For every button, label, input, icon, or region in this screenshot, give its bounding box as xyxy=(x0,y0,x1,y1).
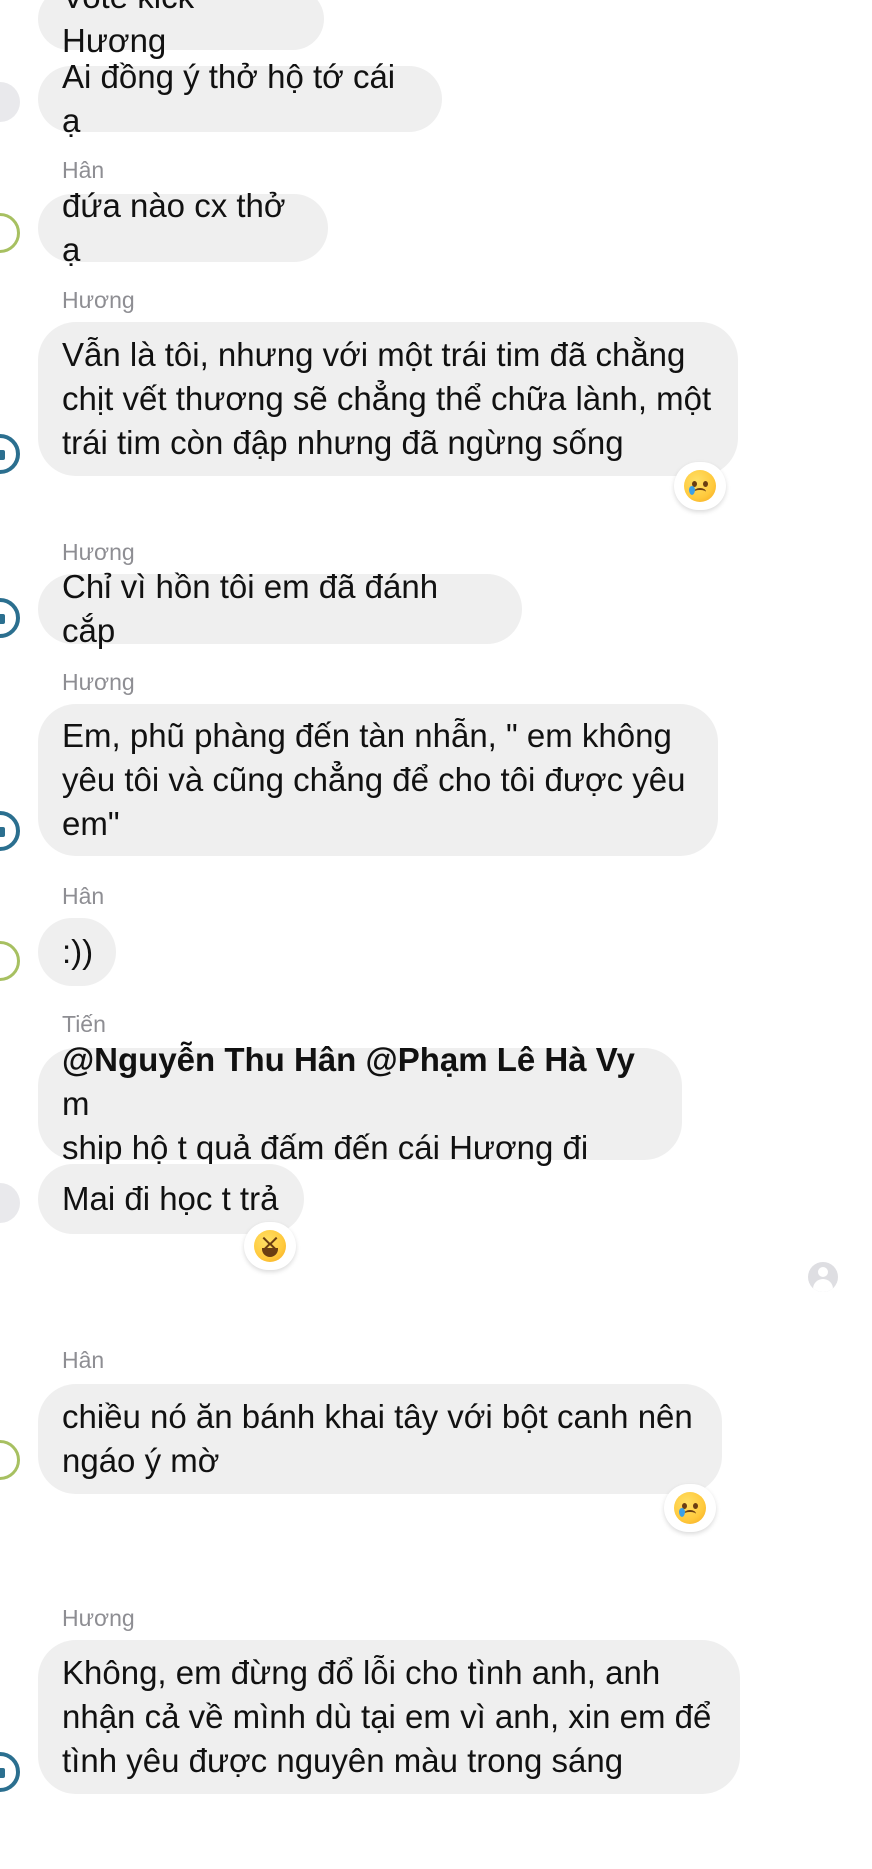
reaction-badge[interactable] xyxy=(244,1222,296,1270)
message-text: :)) xyxy=(62,933,94,970)
mention-link[interactable]: @Phạm Lê Hà Vy xyxy=(366,1041,635,1078)
message-text: Không, em đừng đổ lỗi cho tình anh, anh … xyxy=(62,1654,712,1779)
mention-link[interactable]: @Nguyễn Thu Hân xyxy=(62,1041,356,1078)
crying-face-icon xyxy=(684,470,716,502)
message-text: Chỉ vì hồn tôi em đã đánh cắp xyxy=(62,568,439,649)
message-bubble[interactable]: @Nguyễn Thu Hân @Phạm Lê Hà Vy m ship hộ… xyxy=(38,1041,682,1166)
message-text: @Nguyễn Thu Hân @Phạm Lê Hà Vy m ship hộ… xyxy=(62,1038,658,1170)
sender-name: Hân xyxy=(62,1347,105,1373)
avatar[interactable] xyxy=(0,82,20,122)
chat-thread: Vote kick Hương Ai đồng ý thở hộ tớ cái … xyxy=(0,0,872,1869)
avatar[interactable] xyxy=(0,1440,20,1480)
message-bubble[interactable]: chiều nó ăn bánh khai tây với bột canh n… xyxy=(38,1384,722,1494)
sender-name: Hương xyxy=(62,669,135,695)
crying-face-icon xyxy=(674,1492,706,1524)
sender-name: Hương xyxy=(62,1605,135,1631)
avatar[interactable] xyxy=(0,1752,20,1792)
read-receipt-avatar-icon xyxy=(808,1262,838,1292)
avatar[interactable] xyxy=(0,213,20,253)
avatar[interactable] xyxy=(0,811,20,851)
avatar[interactable] xyxy=(0,434,20,474)
message-bubble[interactable]: :)) xyxy=(38,918,116,986)
message-text: đứa nào cx thở ạ xyxy=(62,187,286,268)
message-bubble[interactable]: Em, phũ phàng đến tàn nhẫn, " em không y… xyxy=(38,704,718,856)
message-bubble[interactable]: Không, em đừng đổ lỗi cho tình anh, anh … xyxy=(38,1640,740,1794)
sender-name: Hân xyxy=(62,883,105,909)
reaction-badge[interactable] xyxy=(664,1484,716,1532)
avatar[interactable] xyxy=(0,941,20,981)
grinning-squinting-face-icon xyxy=(254,1230,286,1262)
avatar[interactable] xyxy=(0,1183,20,1223)
sender-name: Hương xyxy=(62,287,135,313)
reaction-badge[interactable] xyxy=(674,462,726,510)
message-bubble[interactable]: Vẫn là tôi, nhưng với một trái tim đã ch… xyxy=(38,322,738,476)
message-bubble[interactable]: Vote kick Hương xyxy=(38,0,324,59)
message-text: Mai đi học t trả xyxy=(62,1180,279,1217)
sender-name: Hương xyxy=(62,539,135,565)
message-bubble[interactable]: Ai đồng ý thở hộ tớ cái ạ xyxy=(38,58,442,139)
message-text: Em, phũ phàng đến tàn nhẫn, " em không y… xyxy=(62,717,686,842)
message-bubble[interactable]: đứa nào cx thở ạ xyxy=(38,187,328,268)
message-text: Ai đồng ý thở hộ tớ cái ạ xyxy=(62,58,396,139)
message-text-body: m ship hộ t quả đấm đến cái Hương đi xyxy=(62,1085,589,1166)
sender-name: Tiến xyxy=(62,1011,106,1037)
message-text: Vote kick Hương xyxy=(62,0,194,59)
message-text: chiều nó ăn bánh khai tây với bột canh n… xyxy=(62,1398,693,1479)
message-text: Vẫn là tôi, nhưng với một trái tim đã ch… xyxy=(62,336,712,461)
avatar[interactable] xyxy=(0,598,20,638)
message-bubble[interactable]: Chỉ vì hồn tôi em đã đánh cắp xyxy=(38,568,522,649)
sender-name: Hân xyxy=(62,157,105,183)
